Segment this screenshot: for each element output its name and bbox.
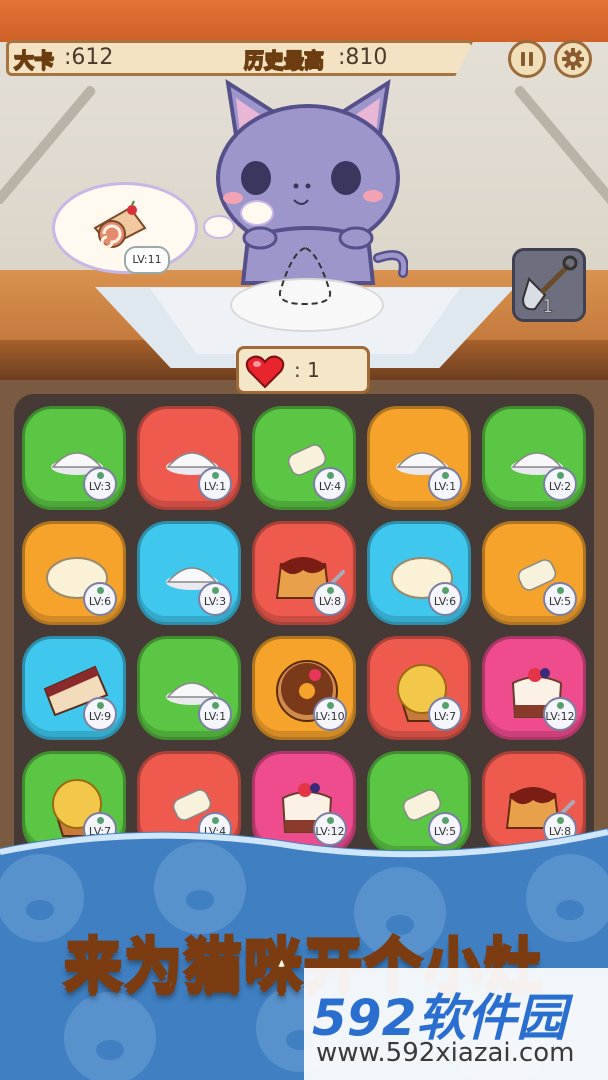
beam-right bbox=[512, 84, 608, 206]
merge-board: LV:3 LV:1 LV:4 LV:1 LV:2 LV:6 LV:3 LV:8 LV:6 LV:5… bbox=[14, 394, 594, 894]
board-tile[interactable]: LV:2 bbox=[482, 406, 586, 510]
board-tile[interactable]: LV:7 bbox=[367, 636, 471, 740]
tile-level-badge: LV:6 bbox=[83, 582, 117, 616]
board-tile[interactable]: LV:9 bbox=[22, 636, 126, 740]
tile-level-badge: LV:3 bbox=[83, 467, 117, 501]
pause-button[interactable] bbox=[508, 40, 546, 78]
dough-icon bbox=[46, 557, 108, 599]
tile-level-badge: LV:3 bbox=[198, 582, 232, 616]
tile-level-badge: LV:4 bbox=[313, 467, 347, 501]
roof bbox=[0, 0, 608, 42]
board-tile[interactable]: LV:1 bbox=[137, 636, 241, 740]
dough-icon bbox=[391, 557, 453, 599]
tile-level-badge: LV:1 bbox=[198, 467, 232, 501]
board-tile[interactable]: LV:5 bbox=[482, 521, 586, 625]
tile-level-badge: LV:6 bbox=[428, 582, 462, 616]
player-score: :612 bbox=[64, 45, 114, 70]
settings-button[interactable] bbox=[554, 40, 592, 78]
high-score-label: 历史最高 bbox=[243, 47, 325, 73]
flour-icon bbox=[396, 452, 448, 475]
tile-level-badge: LV:5 bbox=[543, 582, 577, 616]
board-tile[interactable]: LV:12 bbox=[482, 636, 586, 740]
tile-level-badge: LV:10 bbox=[313, 697, 347, 731]
tile-level-badge: LV:8 bbox=[313, 582, 347, 616]
butter-icon bbox=[287, 444, 327, 476]
flour-icon bbox=[166, 682, 218, 705]
flour-icon bbox=[166, 452, 218, 475]
flour-icon bbox=[511, 452, 563, 475]
board-tile[interactable]: LV:6 bbox=[22, 521, 126, 625]
board-tile[interactable]: LV:8 bbox=[252, 521, 356, 625]
board-tile[interactable]: LV:4 bbox=[252, 406, 356, 510]
board-tile[interactable]: LV:1 bbox=[367, 406, 471, 510]
board-tile[interactable]: LV:3 bbox=[22, 406, 126, 510]
berry-cake-icon bbox=[511, 668, 563, 718]
heart-icon bbox=[245, 355, 285, 389]
flour-icon bbox=[51, 452, 103, 475]
board-tile[interactable]: LV:1 bbox=[137, 406, 241, 510]
bubble-tail-small bbox=[203, 215, 235, 239]
tile-level-badge: LV:1 bbox=[198, 697, 232, 731]
watermark-url: www.592xiazai.com bbox=[316, 1038, 575, 1068]
gear-icon bbox=[562, 48, 584, 70]
board-tile[interactable]: LV:6 bbox=[367, 521, 471, 625]
board-tile[interactable]: LV:10 bbox=[252, 636, 356, 740]
board-tile[interactable]: LV:3 bbox=[137, 521, 241, 625]
flour-icon bbox=[166, 567, 218, 590]
high-score-value: :810 bbox=[338, 45, 388, 70]
muffin-icon bbox=[397, 664, 447, 722]
tile-level-badge: LV:1 bbox=[428, 467, 462, 501]
cake-roll-icon bbox=[93, 200, 147, 249]
tile-level-badge: LV:9 bbox=[83, 697, 117, 731]
pudding-icon bbox=[275, 557, 345, 599]
bubble-tail-large bbox=[240, 200, 274, 226]
cake-slice-icon bbox=[43, 665, 109, 717]
shovel-count: 1 bbox=[542, 296, 554, 318]
donut-icon bbox=[276, 660, 338, 722]
pause-icon bbox=[521, 52, 533, 66]
tile-level-badge: LV:2 bbox=[543, 467, 577, 501]
tile-level-badge: LV:12 bbox=[543, 697, 577, 731]
order-level-badge: LV:11 bbox=[124, 246, 170, 274]
beam-left bbox=[0, 84, 98, 206]
butter-icon bbox=[517, 559, 557, 591]
lives-count: : 1 bbox=[294, 358, 320, 382]
empty-dish-outline bbox=[278, 246, 332, 306]
player-name-label: 大卡 bbox=[13, 47, 55, 73]
tile-level-badge: LV:7 bbox=[428, 697, 462, 731]
